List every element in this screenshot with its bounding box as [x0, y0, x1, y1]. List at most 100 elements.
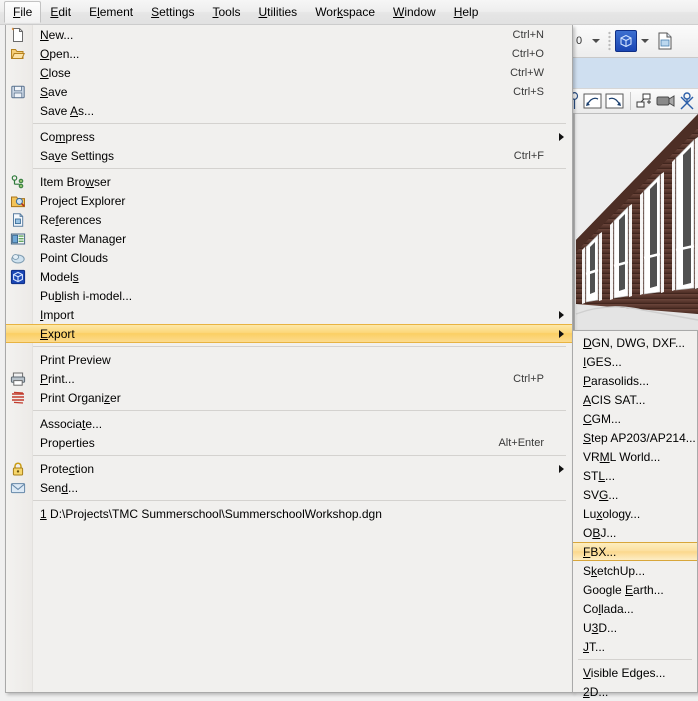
- export-item-iges[interactable]: IGES...: [573, 352, 697, 371]
- copy-element-icon[interactable]: [635, 93, 655, 109]
- menu-item-references[interactable]: References: [6, 210, 572, 229]
- menu-item-print-organizer[interactable]: Print Organizer: [6, 388, 572, 407]
- menubar-item-help[interactable]: Help: [445, 1, 488, 23]
- menu-item-print[interactable]: Print... Ctrl+P: [6, 369, 572, 388]
- export-item-stl[interactable]: STL...: [573, 466, 697, 485]
- menubar-item-edit[interactable]: Edit: [41, 1, 80, 23]
- menu-item-properties[interactable]: Properties Alt+Enter: [6, 433, 572, 452]
- menu-item-label: Open...: [40, 46, 80, 61]
- menu-item-project-explorer[interactable]: Project Explorer: [6, 191, 572, 210]
- menu-item-raster-manager[interactable]: Raster Manager: [6, 229, 572, 248]
- export-item-step-ap203-ap214[interactable]: Step AP203/AP214...: [573, 428, 697, 447]
- export-item-parasolids[interactable]: Parasolids...: [573, 371, 697, 390]
- menu-item-associate[interactable]: Associate...: [6, 414, 572, 433]
- export-item-fbx[interactable]: FBX...: [573, 542, 697, 561]
- export-item-luxology[interactable]: Luxology...: [573, 504, 697, 523]
- menu-item-save[interactable]: Save Ctrl+S: [6, 82, 572, 101]
- menu-item-shortcut: Ctrl+W: [510, 66, 544, 79]
- file-dropdown-menu: New... Ctrl+N Open... Ctrl+O Close Ctrl+W Save…: [5, 25, 573, 693]
- menu-item-export[interactable]: Export: [6, 324, 572, 343]
- menu-item-save-as[interactable]: Save As...: [6, 101, 572, 120]
- toolbar-grip[interactable]: [608, 31, 612, 51]
- menu-item-label: Properties: [40, 435, 95, 450]
- menubar-item-file[interactable]: File: [4, 1, 42, 23]
- export-item-label: STL...: [583, 468, 616, 483]
- menu-item-label: Export: [40, 326, 75, 341]
- menu-item-label: Protection: [40, 461, 95, 476]
- export-item-label: 2D...: [583, 684, 609, 699]
- menu-separator: [32, 410, 566, 411]
- export-item-sketchup[interactable]: SketchUp...: [573, 561, 697, 580]
- cube-icon[interactable]: [615, 30, 638, 52]
- menu-item-label: Print Organizer: [40, 390, 121, 405]
- project-explorer-icon: [10, 193, 26, 209]
- document-icon[interactable]: [655, 31, 675, 51]
- menubar-item-window[interactable]: Window: [384, 1, 445, 23]
- raster-manager-icon: [10, 231, 26, 247]
- export-item-label: Luxology...: [583, 506, 641, 521]
- export-item-label: IGES...: [583, 354, 622, 369]
- menubar-item-element[interactable]: Element: [80, 1, 142, 23]
- menu-item-open[interactable]: Open... Ctrl+O: [6, 44, 572, 63]
- menu-item-new[interactable]: New... Ctrl+N: [6, 25, 572, 44]
- menu-item-1-d-projects-tmc-summerschool-summerscho[interactable]: 1 D:\Projects\TMC Summerschool\Summersch…: [6, 504, 572, 523]
- export-item-cgm[interactable]: CGM...: [573, 409, 697, 428]
- menu-separator: [32, 500, 566, 501]
- menu-item-label: Compress: [40, 129, 95, 144]
- chevron-down-icon[interactable]: [592, 39, 601, 43]
- menu-item-shortcut: Alt+Enter: [498, 436, 544, 449]
- render-icon[interactable]: [676, 92, 698, 110]
- menu-item-print-preview[interactable]: Print Preview: [6, 350, 572, 369]
- menu-item-item-browser[interactable]: Item Browser: [6, 172, 572, 191]
- export-item-jt[interactable]: JT...: [573, 637, 697, 656]
- open-folder-icon: [10, 46, 26, 62]
- menubar-item-workspace[interactable]: Workspace: [306, 1, 384, 23]
- export-item-label: U3D...: [583, 620, 618, 635]
- envelope-icon: [10, 480, 26, 496]
- lock-icon: [10, 461, 26, 477]
- export-item-obj[interactable]: OBJ...: [573, 523, 697, 542]
- export-item-label: OBJ...: [583, 525, 617, 540]
- menu-item-models[interactable]: Models: [6, 267, 572, 286]
- export-item-vrml-world[interactable]: VRML World...: [573, 447, 697, 466]
- export-item-collada[interactable]: Collada...: [573, 599, 697, 618]
- models-icon: [10, 269, 26, 285]
- submenu-arrow-icon: [559, 329, 564, 338]
- menu-item-compress[interactable]: Compress: [6, 127, 572, 146]
- 3d-view-building[interactable]: [568, 114, 698, 330]
- menu-item-protection[interactable]: Protection: [6, 459, 572, 478]
- submenu-arrow-icon: [559, 132, 564, 141]
- menu-item-label: Project Explorer: [40, 193, 126, 208]
- export-item-visible-edges[interactable]: Visible Edges...: [573, 663, 697, 682]
- menubar-item-settings[interactable]: Settings: [142, 1, 203, 23]
- printer-icon: [10, 371, 26, 387]
- menu-item-send[interactable]: Send...: [6, 478, 572, 497]
- export-item-google-earth[interactable]: Google Earth...: [573, 580, 697, 599]
- submenu-arrow-icon: [559, 464, 564, 473]
- menubar-item-tools[interactable]: Tools: [203, 1, 249, 23]
- references-icon: [10, 212, 26, 228]
- export-submenu: DGN, DWG, DXF... IGES... Parasolids... ACIS…: [572, 330, 698, 699]
- redo-arc-icon[interactable]: [604, 93, 626, 109]
- toolbar-spacer: [568, 58, 698, 88]
- export-item-u3d[interactable]: U3D...: [573, 618, 697, 637]
- menu-item-save-settings[interactable]: Save Settings Ctrl+F: [6, 146, 572, 165]
- menubar-item-utilities[interactable]: Utilities: [250, 1, 307, 23]
- undo-arc-icon[interactable]: [582, 93, 604, 109]
- menu-item-shortcut: Ctrl+O: [511, 47, 544, 60]
- menu-item-shortcut: Ctrl+N: [512, 28, 544, 41]
- menu-item-import[interactable]: Import: [6, 305, 572, 324]
- menu-item-point-clouds[interactable]: Point Clouds: [6, 248, 572, 267]
- export-item-svg[interactable]: SVG...: [573, 485, 697, 504]
- model-chevron-down-icon[interactable]: [641, 39, 650, 43]
- export-item-dgn-dwg-dxf[interactable]: DGN, DWG, DXF...: [573, 333, 697, 352]
- menu-item-label: Save As...: [40, 103, 95, 118]
- menu-item-publish-i-model[interactable]: Publish i-model...: [6, 286, 572, 305]
- menu-item-label: 1 D:\Projects\TMC Summerschool\Summersch…: [40, 506, 382, 521]
- camera-icon[interactable]: [654, 94, 676, 108]
- export-item-2d[interactable]: 2D...: [573, 682, 697, 701]
- menu-item-close[interactable]: Close Ctrl+W: [6, 63, 572, 82]
- menu-item-label: Save Settings: [40, 148, 115, 163]
- export-item-acis-sat[interactable]: ACIS SAT...: [573, 390, 697, 409]
- menu-separator: [32, 346, 566, 347]
